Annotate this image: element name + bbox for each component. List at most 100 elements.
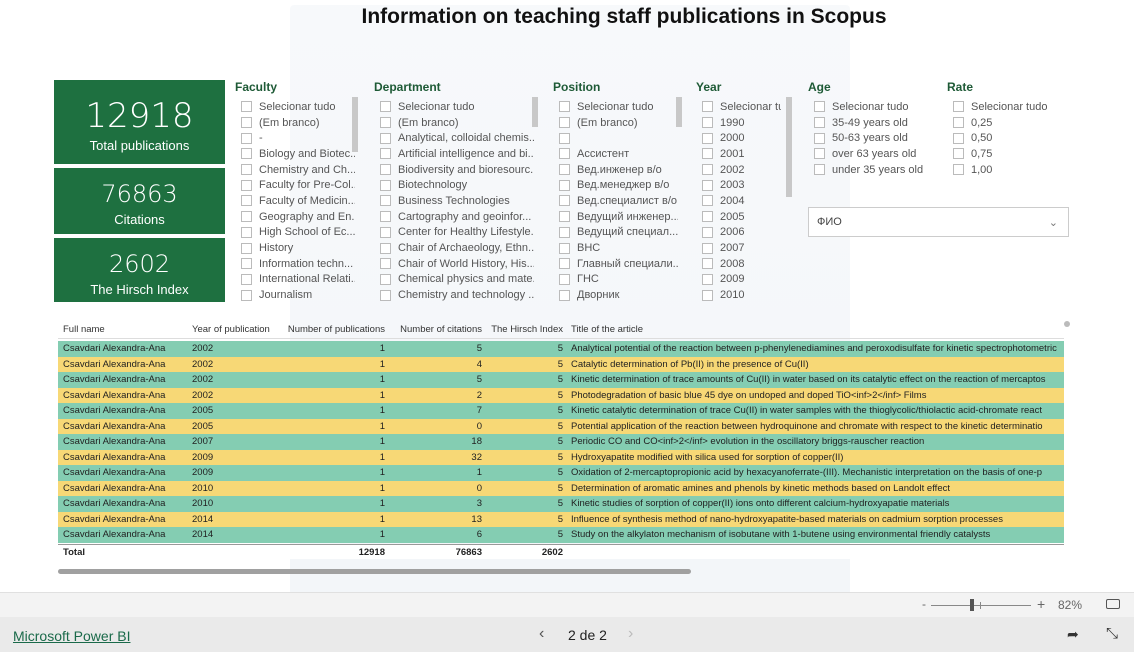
slicer-option[interactable]: (Em branco) — [553, 115, 678, 131]
checkbox[interactable] — [380, 148, 391, 160]
slicer-option[interactable]: Ассистент — [553, 146, 678, 162]
slicer-option[interactable]: 0,50 — [947, 130, 1057, 146]
slicer-option[interactable]: Chemistry and technology ... — [374, 287, 534, 303]
checkbox[interactable] — [702, 273, 713, 285]
fit-to-page-icon[interactable] — [1106, 599, 1120, 609]
checkbox[interactable] — [702, 148, 713, 160]
checkbox[interactable] — [241, 242, 252, 254]
slicer-option[interactable]: (Em branco) — [374, 115, 534, 131]
slicer-option[interactable]: Geography and En... — [235, 209, 355, 225]
slicer-option[interactable]: Faculty of Medicin... — [235, 193, 355, 209]
table-row[interactable]: Csavdari Alexandra-Ana 2007 1 18 5 Periodic C… — [58, 434, 1064, 450]
table-row[interactable]: Csavdari Alexandra-Ana 2014 1 13 5 Influence … — [58, 511, 1064, 527]
slicer-option[interactable]: Faculty for Pre-Col... — [235, 177, 355, 193]
zoom-slider-thumb[interactable] — [969, 599, 974, 611]
table-row[interactable]: Csavdari Alexandra-Ana 2002 1 5 5 Analytical … — [58, 341, 1064, 357]
slicer-option[interactable]: Вед.инженер в/о — [553, 162, 678, 178]
checkbox[interactable] — [702, 101, 713, 113]
checkbox[interactable] — [559, 101, 570, 113]
slicer-option[interactable]: Chair of Archaeology, Ethn... — [374, 240, 534, 256]
slicer-option[interactable]: 2000 — [696, 130, 781, 146]
checkbox[interactable] — [953, 101, 964, 113]
checkbox[interactable] — [241, 195, 252, 207]
share-icon[interactable]: ➦ — [1067, 626, 1079, 643]
checkbox[interactable] — [702, 179, 713, 191]
checkbox[interactable] — [559, 226, 570, 238]
checkbox[interactable] — [559, 164, 570, 176]
checkbox[interactable] — [559, 258, 570, 270]
slicer-option[interactable]: 2004 — [696, 193, 781, 209]
checkbox[interactable] — [380, 211, 391, 223]
checkbox[interactable] — [953, 148, 964, 160]
slicer-option[interactable] — [553, 130, 678, 146]
checkbox[interactable] — [241, 117, 252, 129]
slicer-option[interactable]: Business Technologies — [374, 193, 534, 209]
checkbox[interactable] — [380, 226, 391, 238]
slicer-option[interactable]: 2003 — [696, 177, 781, 193]
checkbox[interactable] — [702, 211, 713, 223]
slicer-option[interactable]: Selecionar tu... — [696, 99, 781, 115]
slicer-option[interactable]: over 63 years old — [808, 146, 938, 162]
checkbox[interactable] — [241, 273, 252, 285]
checkbox[interactable] — [241, 226, 252, 238]
slicer-option[interactable]: Artificial intelligence and bi... — [374, 146, 534, 162]
checkbox[interactable] — [702, 258, 713, 270]
checkbox[interactable] — [814, 132, 825, 144]
slicer-option[interactable]: under 35 years old — [808, 162, 938, 178]
checkbox[interactable] — [559, 211, 570, 223]
table-row[interactable]: Csavdari Alexandra-Ana 2005 1 0 5 Potential a… — [58, 418, 1064, 434]
column-header[interactable]: Number of citations — [385, 324, 482, 335]
slicer-option[interactable]: Chemistry and Ch... — [235, 162, 355, 178]
slicer-option[interactable]: ГНС — [553, 272, 678, 288]
checkbox[interactable] — [702, 164, 713, 176]
slicer-option[interactable]: Cartography and geoinfor... — [374, 209, 534, 225]
power-bi-link[interactable]: Microsoft Power BI — [13, 628, 130, 644]
slicer-option[interactable]: Ведущий инженер... — [553, 209, 678, 225]
checkbox[interactable] — [814, 164, 825, 176]
year-scrollbar[interactable] — [786, 97, 792, 197]
zoom-out-button[interactable]: - — [922, 597, 926, 611]
checkbox[interactable] — [380, 195, 391, 207]
checkbox[interactable] — [380, 242, 391, 254]
zoom-slider-track[interactable] — [931, 605, 1031, 606]
slicer-option[interactable]: Selecionar tudo — [808, 99, 938, 115]
column-header[interactable]: The Hirsch Index — [482, 324, 563, 335]
checkbox[interactable] — [241, 101, 252, 113]
table-row[interactable]: Csavdari Alexandra-Ana 2002 1 4 5 Catalytic d… — [58, 356, 1064, 372]
checkbox[interactable] — [559, 273, 570, 285]
checkbox[interactable] — [953, 117, 964, 129]
checkbox[interactable] — [241, 148, 252, 160]
checkbox[interactable] — [241, 211, 252, 223]
slicer-option[interactable]: High School of Ec... — [235, 225, 355, 241]
slicer-option[interactable]: Selecionar tudo — [947, 99, 1057, 115]
slicer-option[interactable]: International Relati... — [235, 272, 355, 288]
checkbox[interactable] — [559, 179, 570, 191]
slicer-option[interactable]: Biotechnology — [374, 177, 534, 193]
checkbox[interactable] — [380, 179, 391, 191]
checkbox[interactable] — [702, 242, 713, 254]
checkbox[interactable] — [814, 117, 825, 129]
checkbox[interactable] — [380, 101, 391, 113]
checkbox[interactable] — [241, 164, 252, 176]
checkbox[interactable] — [559, 132, 570, 144]
slicer-option[interactable]: 35-49 years old — [808, 115, 938, 131]
slicer-option[interactable]: Chair of World History, His... — [374, 256, 534, 272]
checkbox[interactable] — [241, 258, 252, 270]
column-header[interactable]: Title of the article — [563, 324, 1064, 335]
slicer-option[interactable]: Главный специали... — [553, 256, 678, 272]
table-row[interactable]: Csavdari Alexandra-Ana 2005 1 7 5 Kinetic cat… — [58, 403, 1064, 419]
checkbox[interactable] — [559, 195, 570, 207]
slicer-option[interactable]: 2002 — [696, 162, 781, 178]
checkbox[interactable] — [559, 242, 570, 254]
slicer-option[interactable]: Ведущий специал... — [553, 225, 678, 241]
slicer-option[interactable]: Chemical physics and mate... — [374, 272, 534, 288]
slicer-option[interactable]: 2006 — [696, 225, 781, 241]
slicer-option[interactable]: 2010 — [696, 287, 781, 303]
checkbox[interactable] — [953, 164, 964, 176]
slicer-option[interactable]: Analytical, colloidal chemis... — [374, 130, 534, 146]
checkbox[interactable] — [241, 179, 252, 191]
fullscreen-icon[interactable]: ⤡ — [1106, 625, 1118, 642]
slicer-option[interactable]: 50-63 years old — [808, 130, 938, 146]
next-page-icon[interactable]: › — [628, 625, 633, 643]
checkbox[interactable] — [559, 289, 570, 301]
